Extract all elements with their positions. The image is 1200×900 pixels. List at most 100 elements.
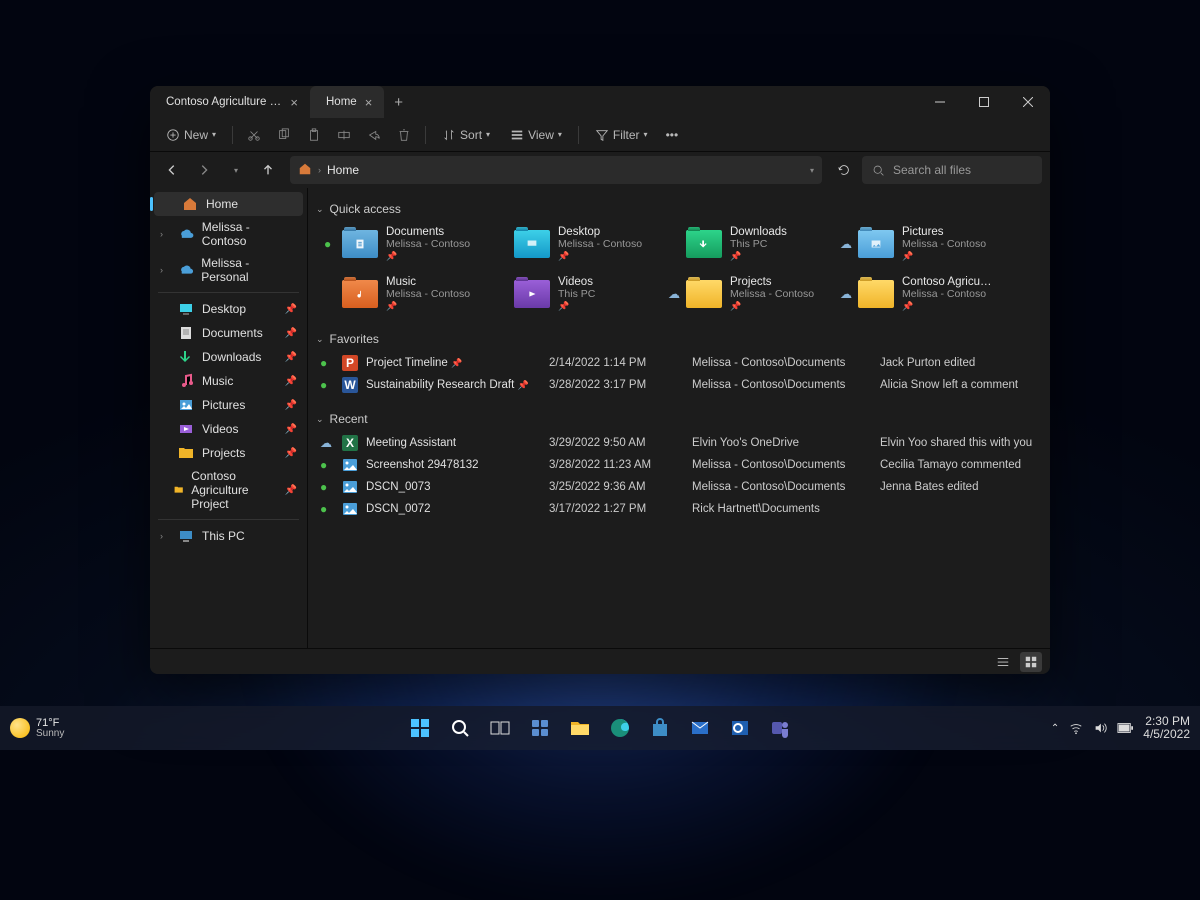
sync-status-icon: ☁: [840, 237, 850, 251]
share-button[interactable]: [361, 124, 387, 146]
copy-button[interactable]: [271, 124, 297, 146]
search-button[interactable]: [442, 710, 478, 746]
quick-access-item[interactable]: VideosThis PC📌: [492, 272, 654, 316]
file-row[interactable]: ●PProject Timeline 📌2/14/2022 1:14 PMMel…: [312, 352, 1038, 374]
mail-taskbar-icon[interactable]: [682, 710, 718, 746]
section-header-quick-access[interactable]: ⌄ Quick access: [312, 196, 1038, 222]
section-header-recent[interactable]: ⌄ Recent: [312, 406, 1038, 432]
tab-home[interactable]: Home ×: [310, 86, 384, 118]
quick-access-item[interactable]: ☁ProjectsMelissa - Contoso📌: [664, 272, 826, 316]
chevron-up-icon[interactable]: ⌃: [1051, 723, 1059, 734]
sidebar-item-documents[interactable]: Documents📌: [150, 321, 307, 345]
forward-button[interactable]: [190, 156, 218, 184]
details-view-button[interactable]: [992, 652, 1014, 672]
sidebar-item-melissa-contoso[interactable]: › Melissa - Contoso: [150, 216, 307, 252]
sidebar-item-videos[interactable]: Videos📌: [150, 417, 307, 441]
file-row[interactable]: ●DSCN_00723/17/2022 1:27 PMRick Hartnett…: [312, 498, 1038, 520]
file-row[interactable]: ☁XMeeting Assistant3/29/2022 9:50 AMElvi…: [312, 432, 1038, 454]
task-view-button[interactable]: [482, 710, 518, 746]
sidebar-item-projects[interactable]: Projects📌: [150, 441, 307, 465]
system-tray[interactable]: ⌃ 2:30 PM 4/5/2022: [1051, 715, 1190, 741]
clock[interactable]: 2:30 PM 4/5/2022: [1143, 715, 1190, 741]
sidebar-item-downloads[interactable]: Downloads📌: [150, 345, 307, 369]
outlook-taskbar-icon[interactable]: [722, 710, 758, 746]
pin-icon: 📌: [558, 251, 650, 262]
close-icon[interactable]: ×: [288, 95, 300, 110]
quick-access-item[interactable]: DesktopMelissa - Contoso📌: [492, 222, 654, 266]
large-icons-view-button[interactable]: [1020, 652, 1042, 672]
pin-icon: 📌: [902, 301, 994, 312]
quick-access-item[interactable]: DownloadsThis PC📌: [664, 222, 826, 266]
quick-access-item[interactable]: ☁Contoso Agriculture ProjectMelissa - Co…: [836, 272, 998, 316]
share-icon: [367, 128, 381, 142]
teams-taskbar-icon[interactable]: [762, 710, 798, 746]
pin-icon: 📌: [285, 448, 297, 459]
tab-contoso-project[interactable]: Contoso Agriculture Project ×: [150, 86, 310, 118]
start-button[interactable]: [402, 710, 438, 746]
sidebar-item-melissa-personal[interactable]: › Melissa - Personal: [150, 252, 307, 288]
file-icon: X: [342, 435, 358, 451]
quick-access-item[interactable]: ☁PicturesMelissa - Contoso📌: [836, 222, 998, 266]
sidebar-item-desktop[interactable]: Desktop📌: [150, 297, 307, 321]
section-header-favorites[interactable]: ⌄ Favorites: [312, 326, 1038, 352]
wifi-icon[interactable]: [1069, 721, 1083, 735]
folder-icon: [686, 230, 722, 258]
home-icon: [182, 196, 198, 212]
sort-button[interactable]: Sort ▾: [434, 124, 498, 146]
sidebar-item-contoso-agriculture-project[interactable]: Contoso Agriculture Project📌: [150, 465, 307, 515]
file-explorer-taskbar-icon[interactable]: [562, 710, 598, 746]
quick-access-item[interactable]: ●DocumentsMelissa - Contoso📌: [320, 222, 482, 266]
content-area: ⌄ Quick access ●DocumentsMelissa - Conto…: [308, 188, 1050, 648]
filter-button[interactable]: Filter ▾: [587, 124, 656, 146]
close-button[interactable]: [1006, 86, 1050, 118]
sync-status-icon: ☁: [320, 436, 334, 450]
folder-icon: [858, 230, 894, 258]
maximize-button[interactable]: [962, 86, 1006, 118]
sync-status-icon: ☁: [840, 287, 850, 301]
view-icon: [510, 128, 524, 142]
folder-icon: [178, 421, 194, 437]
pin-icon: 📌: [285, 376, 297, 387]
address-bar[interactable]: › Home ▾: [290, 156, 822, 184]
pin-icon: 📌: [902, 251, 994, 262]
delete-button[interactable]: [391, 124, 417, 146]
file-row[interactable]: ●DSCN_00733/25/2022 9:36 AMMelissa - Con…: [312, 476, 1038, 498]
view-button[interactable]: View ▾: [502, 124, 570, 146]
up-button[interactable]: [254, 156, 282, 184]
file-icon: [342, 501, 358, 517]
new-button[interactable]: New ▾: [158, 124, 224, 146]
breadcrumb-segment[interactable]: Home: [327, 163, 359, 177]
onedrive-icon: [178, 226, 194, 242]
quick-access-item[interactable]: MusicMelissa - Contoso📌: [320, 272, 482, 316]
sort-icon: [442, 128, 456, 142]
close-icon[interactable]: ×: [363, 95, 375, 110]
paste-button[interactable]: [301, 124, 327, 146]
rename-button[interactable]: [331, 124, 357, 146]
recent-locations-button[interactable]: ▾: [222, 156, 250, 184]
chevron-right-icon: ›: [160, 229, 170, 239]
battery-icon[interactable]: [1117, 722, 1133, 734]
titlebar: Contoso Agriculture Project × Home × +: [150, 86, 1050, 118]
status-bar: [150, 648, 1050, 674]
file-row[interactable]: ●Screenshot 294781323/28/2022 11:23 AMMe…: [312, 454, 1038, 476]
widgets-button[interactable]: [522, 710, 558, 746]
sidebar-item-music[interactable]: Music📌: [150, 369, 307, 393]
weather-widget[interactable]: 71°F Sunny: [10, 718, 64, 739]
minimize-button[interactable]: [918, 86, 962, 118]
search-input[interactable]: Search all files: [862, 156, 1042, 184]
more-button[interactable]: •••: [660, 124, 685, 146]
cut-button[interactable]: [241, 124, 267, 146]
sidebar-item-this-pc[interactable]: › This PC: [150, 524, 307, 548]
file-row[interactable]: ●WSustainability Research Draft 📌3/28/20…: [312, 374, 1038, 396]
sidebar-item-home[interactable]: Home: [154, 192, 303, 216]
edge-taskbar-icon[interactable]: [602, 710, 638, 746]
store-taskbar-icon[interactable]: [642, 710, 678, 746]
back-button[interactable]: [158, 156, 186, 184]
volume-icon[interactable]: [1093, 721, 1107, 735]
tab-label: Home: [326, 96, 357, 108]
chevron-down-icon[interactable]: ▾: [810, 166, 814, 175]
new-tab-button[interactable]: +: [384, 94, 413, 111]
refresh-button[interactable]: [830, 156, 858, 184]
folder-icon: [178, 349, 194, 365]
sidebar-item-pictures[interactable]: Pictures📌: [150, 393, 307, 417]
